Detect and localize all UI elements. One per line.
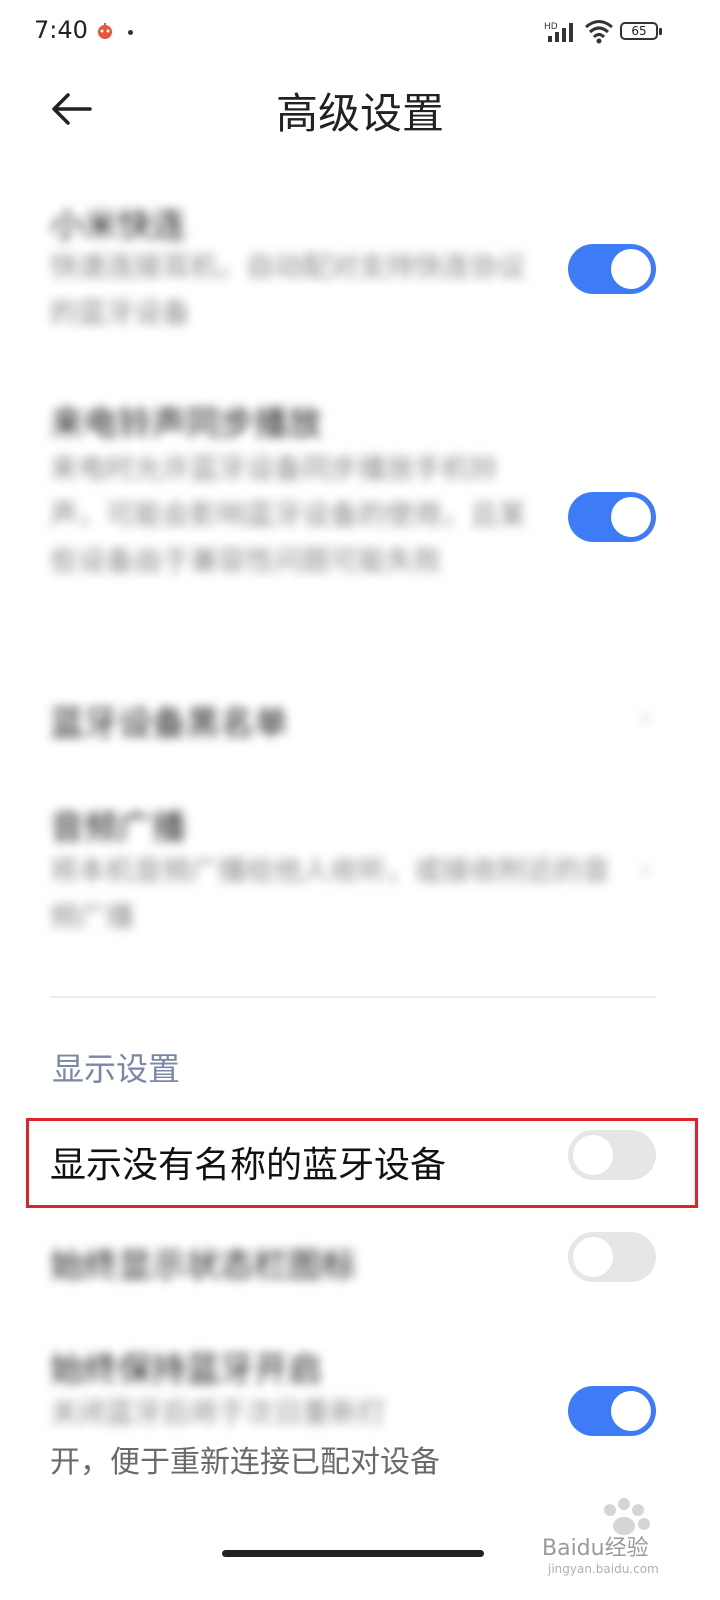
page-title: 高级设置 (275, 89, 444, 138)
ringtone-sync-toggle[interactable] (568, 492, 656, 542)
setting-title: 来电铃声同步播放 (50, 404, 322, 444)
status-bar: 7:40 HD 65 (0, 0, 720, 66)
setting-description-line2: 开，便于重新连接已配对设备 (50, 1445, 440, 1480)
app-notification-icon (96, 22, 114, 40)
chevron-right-icon: › (640, 852, 652, 885)
section-divider (50, 996, 656, 998)
keep-bluetooth-on-toggle[interactable] (568, 1386, 656, 1436)
setting-title: 小米快连 (50, 206, 186, 246)
section-header-display: 显示设置 (52, 1050, 181, 1088)
cellular-signal-icon: HD (544, 20, 578, 44)
wifi-icon (584, 18, 614, 44)
setting-description: 来电时允许蓝牙设备同步播放手机铃声，可能会影响蓝牙设备的使用，且某些设备由于兼容… (50, 452, 527, 577)
setting-description: 快速连接耳机，自动配对支持快连协议的蓝牙设备 (50, 250, 527, 329)
show-unnamed-devices-toggle[interactable] (568, 1130, 656, 1180)
setting-title: 始终显示状态栏图标 (50, 1246, 356, 1286)
battery-icon: 65 (620, 22, 664, 42)
watermark-text: Baidu经验 (542, 1536, 649, 1561)
quick-connect-toggle[interactable] (568, 244, 656, 294)
setting-title: 蓝牙设备黑名单 (50, 704, 288, 744)
network-hd-label: HD (544, 22, 558, 32)
more-notifications-dot (128, 30, 133, 35)
setting-description-line1: 关闭蓝牙后将于次日重新打 (50, 1396, 387, 1429)
watermark-url: jingyan.baidu.com (548, 1562, 659, 1576)
battery-level: 65 (631, 24, 647, 38)
chevron-right-icon: › (640, 700, 652, 733)
setting-title: 显示没有名称的蓝牙设备 (50, 1145, 447, 1186)
setting-title: 音频广播 (50, 808, 186, 848)
status-time: 7:40 (34, 16, 88, 44)
setting-title: 始终保持蓝牙开启 (50, 1350, 322, 1390)
setting-description: 将本机音频广播给他人收听，或接收附近的音频广播 (50, 854, 611, 933)
status-bar-icon-toggle[interactable] (568, 1232, 656, 1282)
home-indicator[interactable] (222, 1550, 484, 1557)
